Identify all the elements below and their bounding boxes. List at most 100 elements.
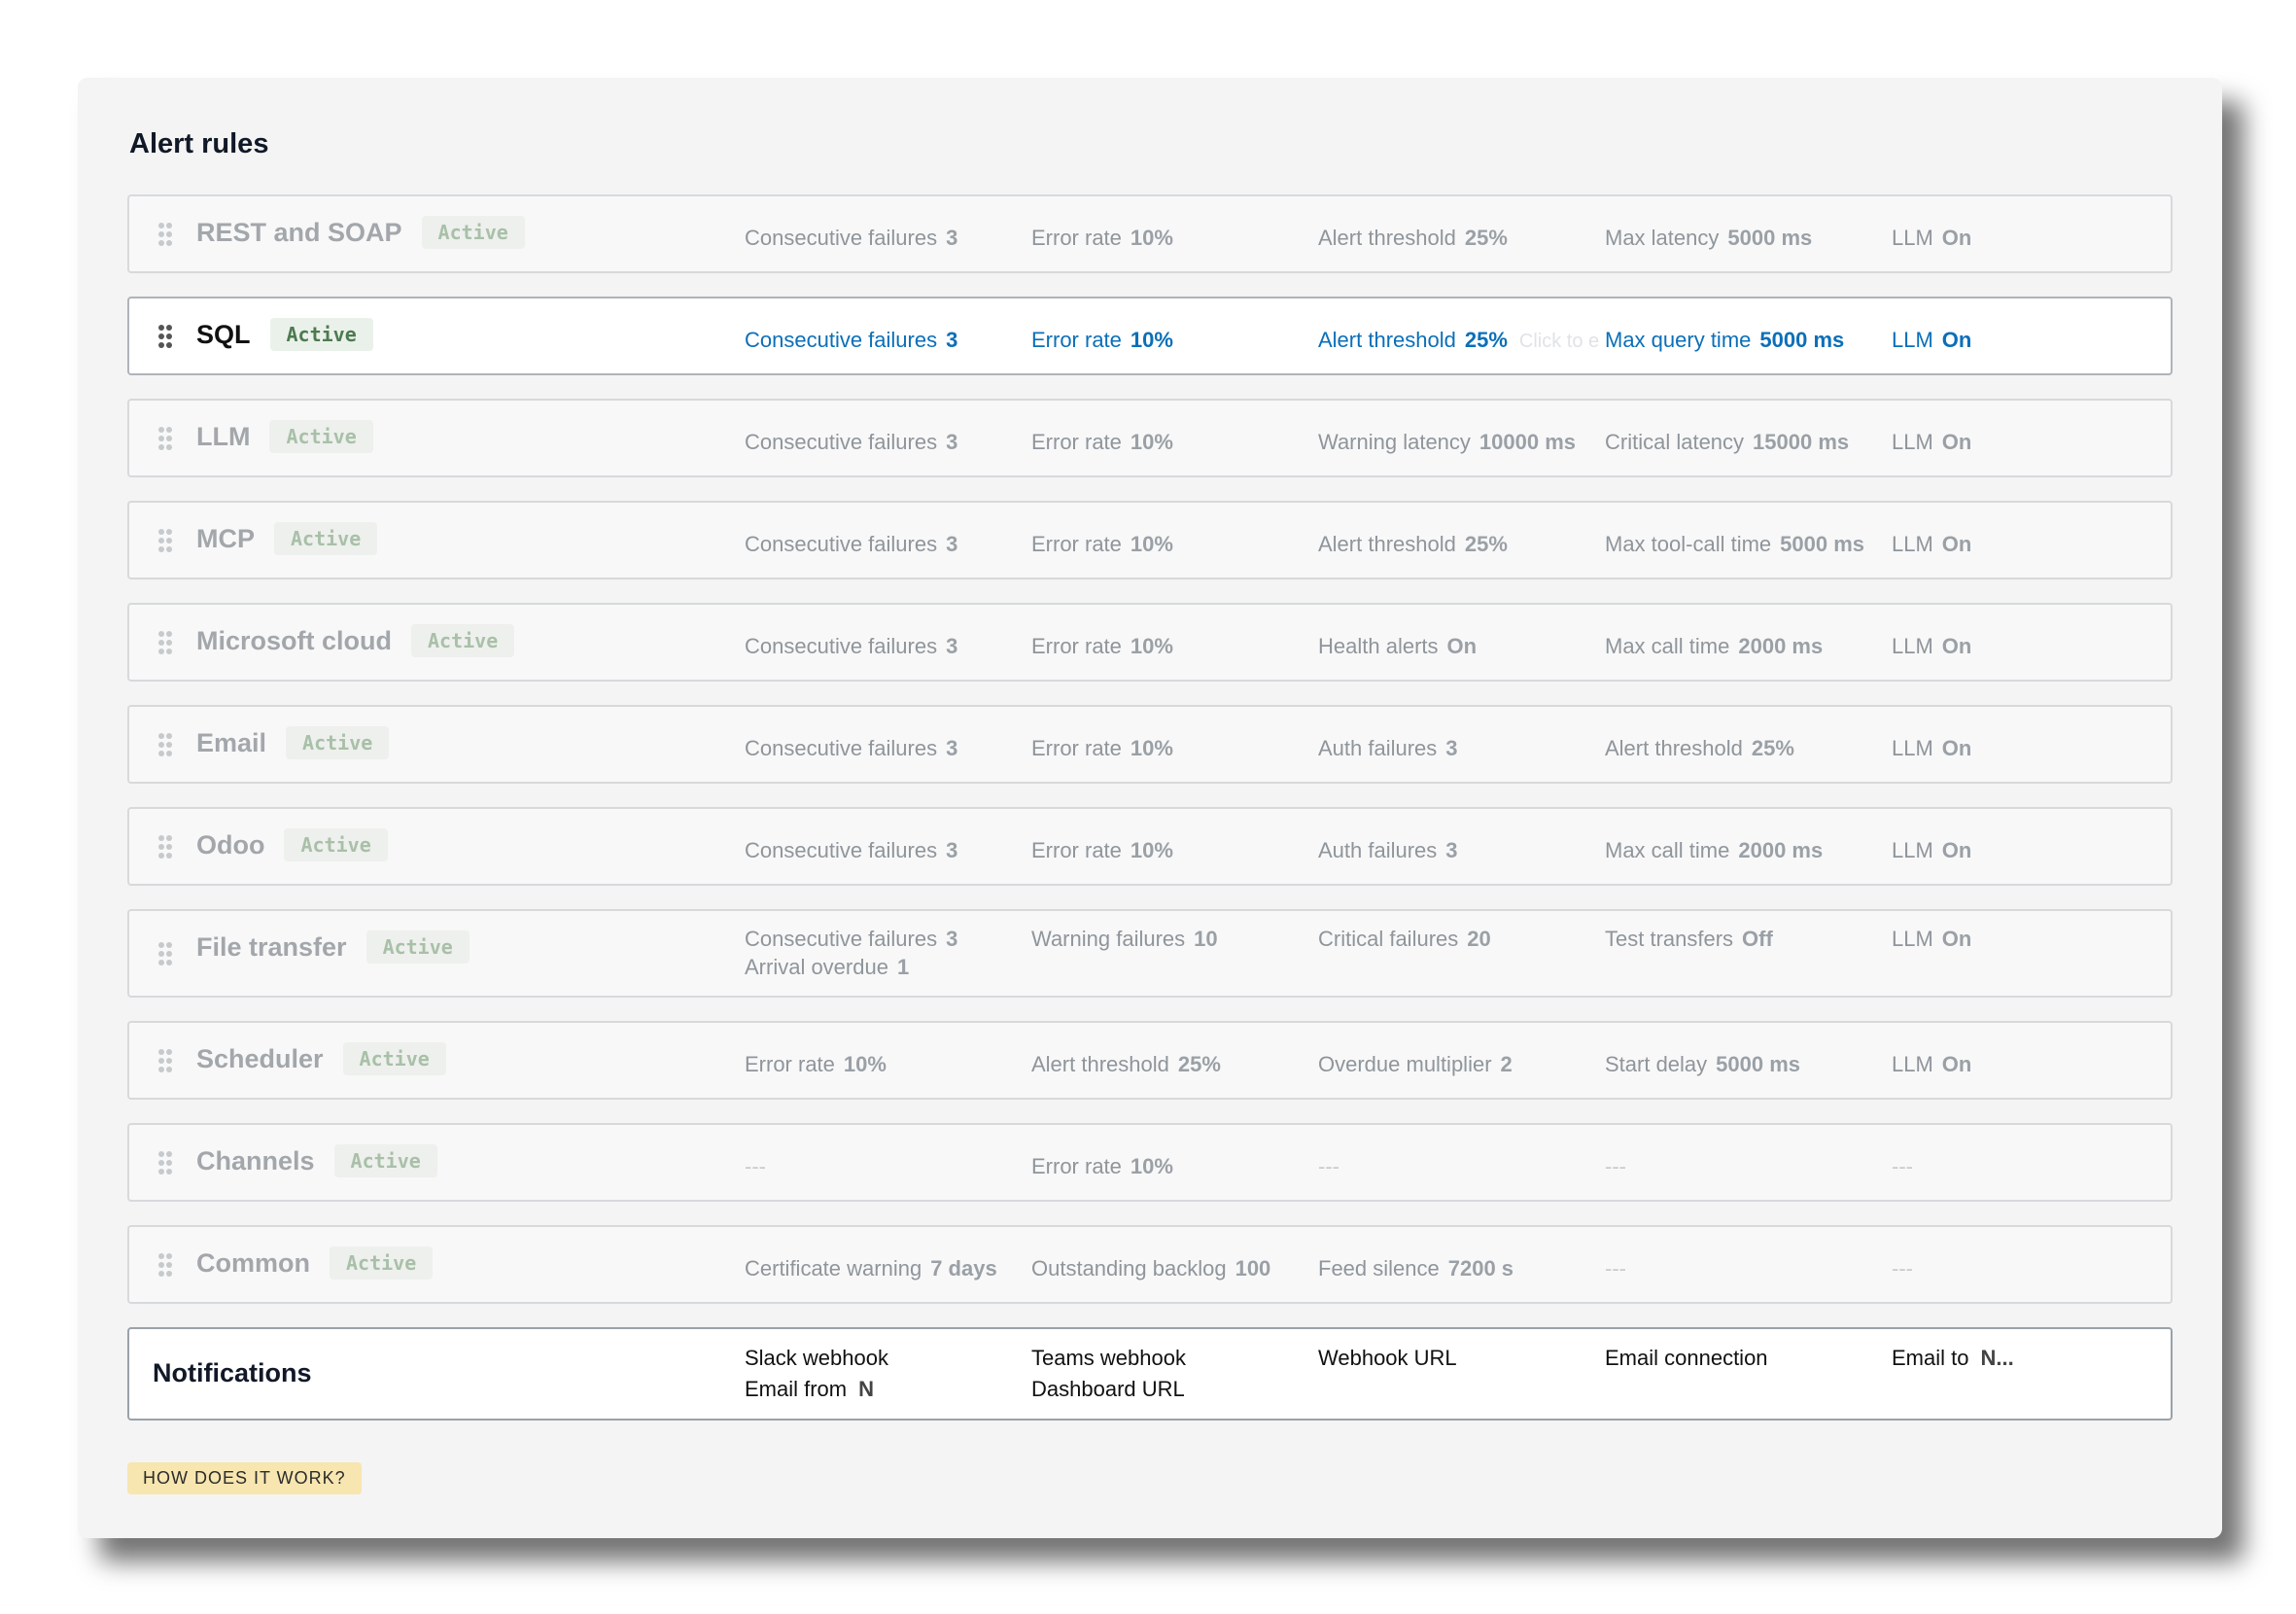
drag-handle-icon[interactable] <box>157 222 173 247</box>
drag-handle-icon[interactable] <box>157 324 173 349</box>
metric[interactable]: Warning latency 10000 ms <box>1318 428 1610 456</box>
notification-label: Slack webhook <box>745 1346 888 1370</box>
metric[interactable]: Critical failures 20 <box>1318 925 1610 953</box>
metric[interactable]: Auth failures 3 <box>1318 836 1610 864</box>
metric[interactable]: Max tool-call time 5000 ms <box>1605 530 1887 558</box>
metric-column: Max query time 5000 ms <box>1605 326 1887 354</box>
notification-setting[interactable]: Webhook URL <box>1318 1343 1610 1374</box>
rule-row-scheduler[interactable]: Scheduler Active Error rate 10% Alert thresh… <box>127 1021 2173 1100</box>
metric-label: LLM <box>1892 838 1933 862</box>
metric-column: LLM On <box>1892 836 2174 864</box>
metric[interactable]: Arrival overdue 1 <box>745 953 1026 981</box>
metric[interactable]: LLM On <box>1892 530 2174 558</box>
metric[interactable]: LLM On <box>1892 632 2174 660</box>
metric[interactable]: Max call time 2000 ms <box>1605 836 1887 864</box>
metric[interactable]: Error rate 10% <box>1031 1152 1313 1180</box>
rule-row-sql[interactable]: SQL Active Consecutive failures 3 Error rate… <box>127 297 2173 375</box>
rule-row-email[interactable]: Email Active Consecutive failures 3 Error ra… <box>127 705 2173 784</box>
rule-title: Channels <box>196 1145 315 1175</box>
metric[interactable]: Error rate 10% <box>1031 428 1313 456</box>
rule-row-microsoft-cloud[interactable]: Microsoft cloud Active Consecutive failure… <box>127 603 2173 682</box>
metric[interactable]: Consecutive failures 3 <box>745 224 1026 252</box>
metric[interactable]: Alert threshold 25% Click to e <box>1318 326 1610 356</box>
metric[interactable]: Error rate 10% <box>745 1050 1026 1078</box>
metric[interactable]: Error rate 10% <box>1031 326 1313 354</box>
metric[interactable]: Error rate 10% <box>1031 734 1313 762</box>
metric[interactable]: Error rate 10% <box>1031 836 1313 864</box>
metric[interactable]: Error rate 10% <box>1031 632 1313 660</box>
drag-handle-icon[interactable] <box>157 630 173 655</box>
drag-handle-icon[interactable] <box>157 1252 173 1278</box>
metric[interactable]: Consecutive failures 3 <box>745 632 1026 660</box>
drag-handle-icon[interactable] <box>157 426 173 451</box>
metric[interactable]: Alert threshold 25% <box>1318 224 1610 252</box>
drag-handle-icon[interactable] <box>157 528 173 553</box>
metric-value: 5000 ms <box>1727 226 1813 250</box>
metric[interactable]: Consecutive failures 3 <box>745 836 1026 864</box>
metric[interactable]: Auth failures 3 <box>1318 734 1610 762</box>
metric[interactable]: Alert threshold 25% <box>1031 1050 1313 1078</box>
metric[interactable]: Max query time 5000 ms <box>1605 326 1887 354</box>
metric[interactable]: Consecutive failures 3 <box>745 530 1026 558</box>
notification-setting[interactable]: Dashboard URL <box>1031 1374 1313 1405</box>
rule-row-odoo[interactable]: Odoo Active Consecutive failures 3 Error rat… <box>127 807 2173 886</box>
rule-name: SQL Active <box>196 318 373 351</box>
metric[interactable]: Feed silence 7200 s <box>1318 1254 1610 1282</box>
notification-setting[interactable]: Email to N... <box>1892 1343 2174 1374</box>
metric[interactable]: LLM On <box>1892 734 2174 762</box>
metric[interactable]: LLM On <box>1892 1050 2174 1078</box>
metric[interactable]: Max call time 2000 ms <box>1605 632 1887 660</box>
rule-row-rest-and-soap[interactable]: REST and SOAP Active Consecutive failures 3… <box>127 194 2173 273</box>
notification-setting[interactable]: Teams webhook <box>1031 1343 1313 1374</box>
metric[interactable]: Test transfers Off <box>1605 925 1887 953</box>
rule-row-common[interactable]: Common Active Certificate warning 7 days Out… <box>127 1225 2173 1304</box>
metric[interactable]: Error rate 10% <box>1031 530 1313 558</box>
metric-column: Consecutive failures 3 <box>745 734 1026 762</box>
drag-handle-icon[interactable] <box>157 834 173 860</box>
metric[interactable]: Max latency 5000 ms <box>1605 224 1887 252</box>
metric-column: Alert threshold 25% <box>1318 224 1610 252</box>
metric[interactable]: Consecutive failures 3 <box>745 326 1026 354</box>
metric[interactable]: Health alerts On <box>1318 632 1610 660</box>
metric[interactable]: LLM On <box>1892 428 2174 456</box>
drag-handle-icon[interactable] <box>157 1150 173 1175</box>
metric[interactable]: Warning failures 10 <box>1031 925 1313 953</box>
notifications-row[interactable]: Notifications Slack webhook Email from N Tea… <box>127 1327 2173 1421</box>
metric[interactable]: Critical latency 15000 ms <box>1605 428 1887 456</box>
metric[interactable]: Error rate 10% <box>1031 224 1313 252</box>
metric[interactable]: LLM On <box>1892 326 2174 354</box>
metric-value: 25% <box>1177 1052 1221 1076</box>
metric[interactable]: LLM On <box>1892 925 2174 953</box>
rule-row-channels[interactable]: Channels Active --- Error rate 10% --- --- --- <box>127 1123 2173 1202</box>
metric[interactable]: Alert threshold 25% <box>1318 530 1610 558</box>
rule-name: Channels Active <box>196 1144 437 1177</box>
notification-setting[interactable]: Email connection <box>1605 1343 1887 1374</box>
drag-handle-icon[interactable] <box>157 732 173 757</box>
rule-row-file-transfer[interactable]: File transfer Active Consecutive failures 3… <box>127 909 2173 998</box>
metric[interactable]: LLM On <box>1892 224 2174 252</box>
metric[interactable]: Overdue multiplier 2 <box>1318 1050 1610 1078</box>
metric[interactable]: Consecutive failures 3 <box>745 428 1026 456</box>
rule-row-llm[interactable]: LLM Active Consecutive failures 3 Error rate… <box>127 399 2173 477</box>
metric[interactable]: Certificate warning 7 days <box>745 1254 1026 1282</box>
notification-setting[interactable]: Slack webhook <box>745 1343 1026 1374</box>
metric[interactable]: Start delay 5000 ms <box>1605 1050 1887 1078</box>
rule-title: Odoo <box>196 829 265 860</box>
metric[interactable]: Alert threshold 25% <box>1605 734 1887 762</box>
notification-setting[interactable]: Email from N <box>745 1374 1026 1405</box>
metric[interactable]: Consecutive failures 3 <box>745 925 1026 953</box>
metric-value: 15000 ms <box>1753 430 1850 454</box>
metric-column: --- <box>1892 1254 2174 1282</box>
rule-title: SQL <box>196 319 251 349</box>
metric-value: On <box>1446 634 1478 658</box>
metric[interactable]: LLM On <box>1892 836 2174 864</box>
metric-column: Warning failures 10 <box>1031 925 1313 953</box>
metric-value: 100 <box>1235 1256 1271 1281</box>
how-does-it-work-button[interactable]: HOW DOES IT WORK? <box>127 1462 362 1494</box>
drag-handle-icon[interactable] <box>157 941 173 966</box>
metric[interactable]: Outstanding backlog 100 <box>1031 1254 1313 1282</box>
drag-handle-icon[interactable] <box>157 1048 173 1073</box>
metric-column: Alert threshold 25% <box>1605 734 1887 762</box>
rule-row-mcp[interactable]: MCP Active Consecutive failures 3 Error rate… <box>127 501 2173 579</box>
metric[interactable]: Consecutive failures 3 <box>745 734 1026 762</box>
